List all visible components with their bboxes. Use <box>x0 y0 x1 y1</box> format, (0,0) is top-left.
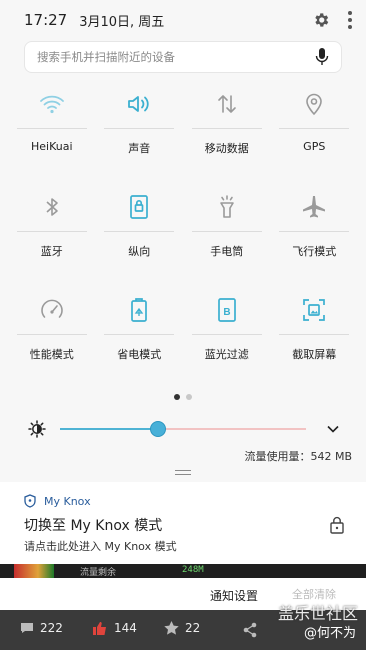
brightness-icon <box>28 420 46 438</box>
flag-image <box>14 564 54 578</box>
share-icon[interactable] <box>243 622 257 638</box>
status-date: 3月10日, 周五 <box>79 14 165 30</box>
tile-label: 蓝牙 <box>40 245 63 258</box>
tile-airplane[interactable]: 飞行模式 <box>271 185 359 288</box>
gear-icon[interactable] <box>312 11 330 29</box>
tile-label: 手电筒 <box>210 245 244 258</box>
screenshot-icon <box>300 296 328 324</box>
chevron-down-icon[interactable] <box>326 422 340 436</box>
brightness-thumb[interactable] <box>150 421 167 437</box>
tile-label: 截取屏幕 <box>292 348 337 361</box>
tile-label: 移动数据 <box>204 142 249 155</box>
status-bar: 17:27 3月10日, 周五 <box>0 0 366 40</box>
tile-label: 省电模式 <box>117 348 162 361</box>
tile-performance[interactable]: 性能模式 <box>8 288 96 391</box>
tile-wifi[interactable]: HeiKuai <box>8 82 96 185</box>
tile-flashlight[interactable]: 手电筒 <box>183 185 271 288</box>
performance-icon <box>38 296 66 324</box>
battery-saver-icon <box>125 296 153 324</box>
data-usage-text: 流量使用量：542 MB <box>244 450 352 463</box>
favorite-button[interactable]: 22 <box>164 621 200 635</box>
brightness-slider[interactable] <box>60 428 306 430</box>
background-app-strip: 流量剩余 248M <box>0 564 366 578</box>
comments-button[interactable]: 222 <box>20 621 63 635</box>
brightness-control <box>28 418 340 440</box>
tile-label: HeiKuai <box>30 140 73 153</box>
strip-value: 248M <box>182 565 204 575</box>
stars-count: 22 <box>185 621 201 635</box>
page-indicator <box>0 394 366 400</box>
strip-text: 流量剩余 <box>80 568 117 578</box>
device-search-input[interactable]: 搜索手机并扫描附近的设备 <box>24 41 342 73</box>
tile-screenshot[interactable]: 截取屏幕 <box>271 288 359 391</box>
status-time: 17:27 <box>24 11 68 29</box>
like-button[interactable]: 144 <box>92 621 137 635</box>
page-dot-active <box>174 394 180 400</box>
knox-app-name: My Knox <box>44 494 91 508</box>
lock-icon <box>330 516 344 534</box>
tile-bluetooth[interactable]: 蓝牙 <box>8 185 96 288</box>
quick-settings-grid: HeiKuai 声音 移动数据 GPS 蓝牙 纵向 手电筒 飞行模式 性能模式 … <box>8 82 358 391</box>
tile-portrait[interactable]: 纵向 <box>96 185 184 288</box>
search-placeholder: 搜索手机并扫描附近的设备 <box>37 50 175 64</box>
knox-notification[interactable]: My Knox 切换至 My Knox 模式 请点击此处进入 My Knox 模… <box>0 482 366 564</box>
watermark-community: 盖乐世社区 <box>277 604 358 623</box>
drag-handle[interactable] <box>175 470 191 478</box>
tile-label: 蓝光过滤 <box>204 348 249 361</box>
flashlight-icon <box>213 193 241 221</box>
tile-label: 性能模式 <box>29 348 74 361</box>
tile-gps[interactable]: GPS <box>271 82 359 185</box>
knox-subtitle: 请点击此处进入 My Knox 模式 <box>24 540 177 553</box>
svg-text:B: B <box>223 307 230 318</box>
tile-blue-light[interactable]: B 蓝光过滤 <box>183 288 271 391</box>
mobile-data-icon <box>213 90 241 118</box>
mic-icon[interactable] <box>315 48 329 66</box>
notification-settings-button[interactable]: 通知设置 <box>210 587 258 604</box>
bluetooth-icon <box>38 193 66 221</box>
tile-mobile-data[interactable]: 移动数据 <box>183 82 271 185</box>
tile-battery-saver[interactable]: 省电模式 <box>96 288 184 391</box>
blue-light-filter-icon: B <box>213 296 241 324</box>
portrait-lock-icon <box>125 193 153 221</box>
tile-label: 声音 <box>128 142 151 155</box>
volume-icon <box>125 90 153 118</box>
star-icon <box>164 621 179 635</box>
brightness-fill <box>60 428 159 430</box>
tile-label: 纵向 <box>128 245 151 258</box>
likes-count: 144 <box>114 621 137 635</box>
knox-shield-icon <box>24 494 36 508</box>
airplane-icon <box>300 193 328 221</box>
page-dot <box>186 394 192 400</box>
tile-label: 飞行模式 <box>292 245 337 258</box>
comment-icon <box>21 623 33 633</box>
knox-title: 切换至 My Knox 模式 <box>24 518 163 534</box>
gps-icon <box>300 90 328 118</box>
thumbs-up-icon <box>93 622 106 635</box>
comments-count: 222 <box>40 621 63 635</box>
wifi-icon <box>38 90 66 118</box>
tile-sound[interactable]: 声音 <box>96 82 184 185</box>
more-options-icon[interactable] <box>348 11 352 29</box>
tile-label: GPS <box>303 140 326 153</box>
watermark-author: @何不为 <box>303 626 356 641</box>
